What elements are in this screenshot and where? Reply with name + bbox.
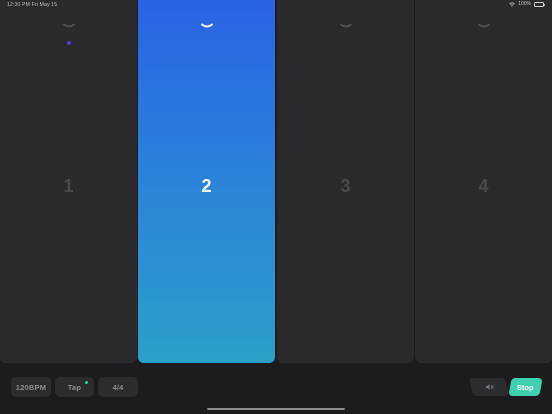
chevron-down-icon[interactable] [339,23,352,30]
chevron-down-icon[interactable] [477,23,490,30]
home-indicator[interactable] [207,408,345,410]
stop-label: Stop [517,382,534,392]
beat-column-3[interactable]: 3 [277,0,414,363]
status-right: 100% [509,1,545,7]
battery-percentage: 100% [518,1,531,7]
beat-number: 1 [63,176,74,196]
beat-columns: 1 2 3 4 [0,0,552,363]
beat-column-1[interactable]: 1 [0,0,137,363]
metronome-screen: 12:30 PM Fri May 15 100% 1 2 3 4 120BPM … [0,0,552,414]
beat-number: 4 [478,176,489,196]
beat-column-2[interactable]: 2 [138,0,275,363]
mute-button[interactable] [469,378,509,396]
chevron-down-icon[interactable] [200,23,213,30]
tap-tempo-button[interactable]: Tap [55,377,94,397]
tap-indicator [85,381,88,384]
chevron-down-icon[interactable] [62,23,75,30]
beat-number: 2 [201,176,212,196]
status-bar: 12:30 PM Fri May 15 100% [0,0,552,9]
wifi-icon [509,2,516,7]
speaker-muted-icon [485,384,494,390]
beat-column-4[interactable]: 4 [415,0,552,363]
tap-label: Tap [67,382,82,392]
status-time: 12:30 PM Fri May 15 [7,2,58,8]
time-signature-button[interactable]: 4/4 [98,377,138,397]
accent-dot [66,41,71,45]
stop-button[interactable]: Stop [508,378,543,396]
tempo-button[interactable]: 120BPM [11,377,51,397]
beat-number: 3 [340,176,351,196]
battery-icon [534,1,545,7]
